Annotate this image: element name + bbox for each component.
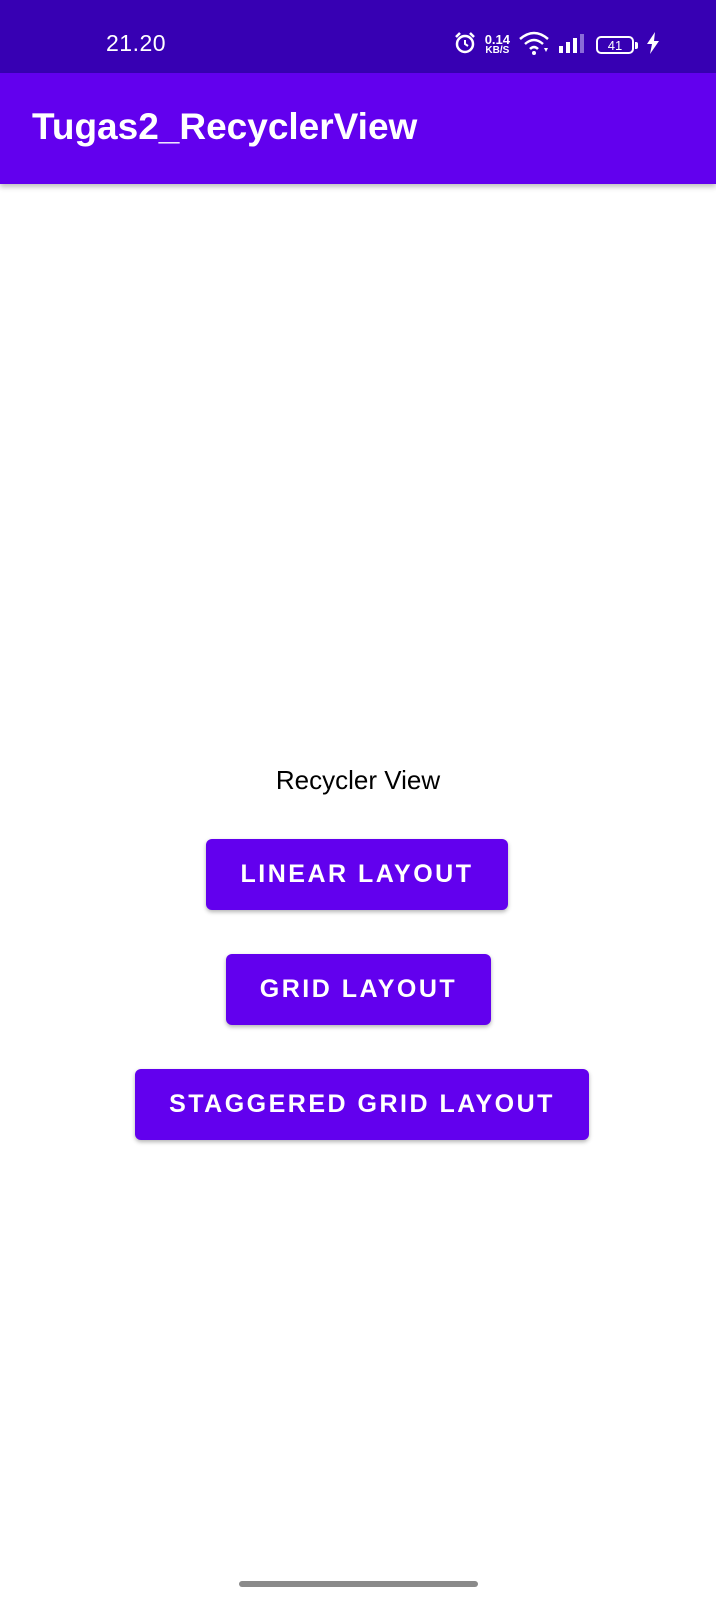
staggered-grid-layout-button[interactable]: STAGGERED GRID LAYOUT bbox=[135, 1069, 589, 1140]
alarm-icon bbox=[453, 31, 477, 60]
app-bar: Tugas2_RecyclerView bbox=[0, 73, 716, 184]
wifi-icon bbox=[518, 30, 550, 61]
app-title: Tugas2_RecyclerView bbox=[32, 106, 418, 147]
battery-icon: 41 bbox=[596, 36, 638, 54]
status-icons: 0.14 KB/S 41 bbox=[453, 30, 660, 60]
signal-icon bbox=[558, 32, 588, 59]
grid-layout-button[interactable]: GRID LAYOUT bbox=[226, 954, 491, 1025]
status-time: 21.20 bbox=[106, 30, 167, 56]
network-speed-unit: KB/S bbox=[485, 45, 510, 56]
charging-icon bbox=[646, 31, 660, 59]
navigation-gesture-handle[interactable] bbox=[239, 1581, 478, 1587]
network-speed-value: 0.14 bbox=[484, 32, 510, 47]
battery-level: 41 bbox=[607, 37, 623, 53]
network-speed: 0.14 KB/S bbox=[484, 32, 510, 56]
recycler-view-label: Recycler View bbox=[275, 765, 441, 795]
linear-layout-button[interactable]: LINEAR LAYOUT bbox=[206, 839, 508, 910]
status-bar: 21.20 0.14 KB/S 41 bbox=[0, 0, 716, 73]
